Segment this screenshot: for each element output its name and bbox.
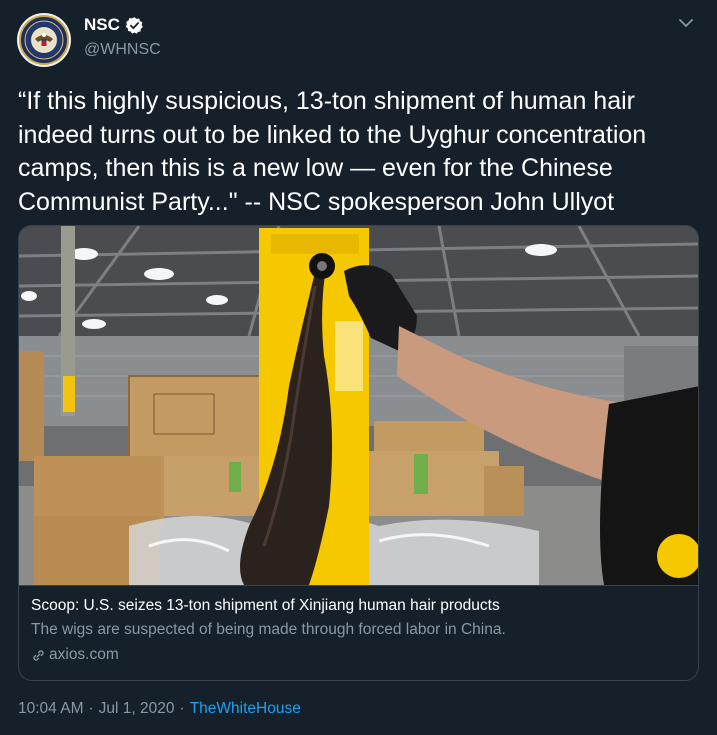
presidential-seal-icon (19, 15, 69, 65)
card-image[interactable] (19, 226, 698, 585)
tweet-text: “If this highly suspicious, 13-ton shipm… (18, 87, 654, 216)
card-domain: axios.com (49, 646, 119, 663)
meta-separator: · (88, 700, 94, 717)
tweet: NSC @WHNSC “If this highly suspicious, 1… (0, 0, 717, 735)
chevron-down-icon[interactable] (677, 14, 695, 32)
link-card[interactable]: Scoop: U.S. seizes 13-ton shipment of Xi… (18, 225, 699, 681)
tweet-date[interactable]: Jul 1, 2020 (99, 700, 175, 718)
card-domain-row: axios.com (31, 644, 688, 666)
author-name-row[interactable]: NSC (84, 15, 144, 35)
author-name[interactable]: NSC (84, 15, 120, 35)
warehouse-hair-product-photo (19, 226, 698, 585)
card-title[interactable]: Scoop: U.S. seizes 13-ton shipment of Xi… (31, 596, 688, 616)
card-body[interactable]: Scoop: U.S. seizes 13-ton shipment of Xi… (19, 585, 698, 680)
verified-badge-icon (125, 16, 143, 34)
card-description: The wigs are suspected of being made thr… (31, 621, 506, 638)
tweet-meta: 10:04 AM · Jul 1, 2020 · TheWhiteHouse (18, 700, 301, 718)
meta-separator: · (179, 700, 185, 717)
tweet-source[interactable]: TheWhiteHouse (190, 700, 301, 718)
author-handle[interactable]: @WHNSC (84, 41, 161, 59)
link-icon (33, 649, 44, 661)
tweet-time[interactable]: 10:04 AM (18, 700, 84, 718)
avatar[interactable] (17, 13, 71, 67)
